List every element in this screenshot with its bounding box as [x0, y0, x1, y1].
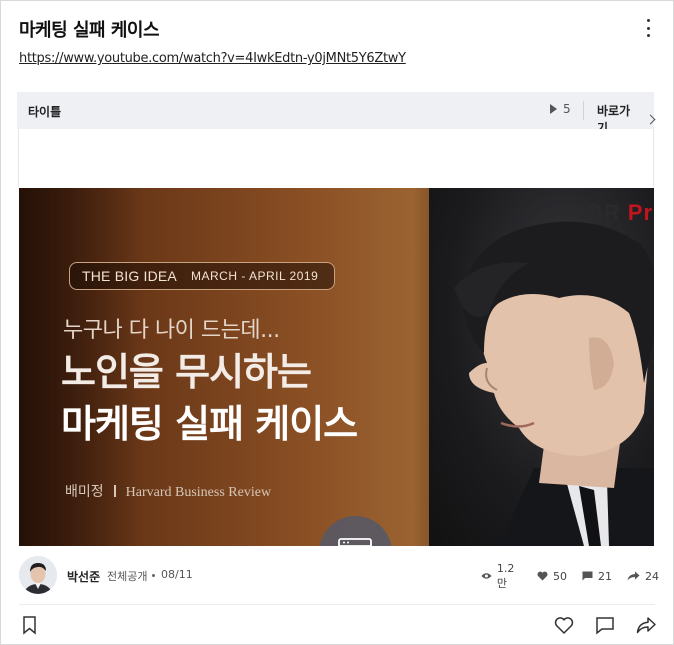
- post-date: 08/11: [161, 568, 193, 581]
- likes-stat: 50: [537, 570, 567, 583]
- badge-right: MARCH - APRIL 2019: [190, 269, 319, 283]
- comments-count: 21: [598, 569, 612, 583]
- heart-icon: [537, 571, 548, 581]
- share-icon[interactable]: [635, 614, 657, 636]
- divider: [583, 101, 584, 120]
- bookmark-icon[interactable]: [19, 614, 41, 636]
- link-overlay-button[interactable]: [319, 516, 392, 546]
- play-count-value: 5: [563, 102, 571, 116]
- heart-icon[interactable]: [553, 614, 575, 636]
- author-name[interactable]: 박선준: [67, 568, 100, 585]
- footer-divider: [19, 604, 655, 605]
- person-illustration: [454, 221, 654, 546]
- embed-blank-area: [18, 129, 654, 187]
- byline-source: Harvard Business Review: [125, 485, 272, 500]
- avatar[interactable]: [19, 556, 57, 594]
- play-icon: [550, 104, 557, 114]
- link-icon: [337, 537, 372, 546]
- share-icon: [627, 571, 640, 581]
- eye-icon: [481, 573, 492, 579]
- shares-count: 24: [645, 569, 659, 583]
- action-bar: [19, 611, 661, 641]
- big-idea-badge: THE BIG IDEA MARCH - APRIL 2019: [69, 262, 335, 290]
- embed-label: 타이틀: [28, 105, 62, 119]
- views-stat: 1.2만: [481, 562, 522, 591]
- play-count: 5: [550, 102, 571, 116]
- thumbnail-subtitle: 누구나 다 나이 드는데...: [63, 318, 280, 343]
- post-stats: 1.2만 50 21 24: [481, 562, 659, 590]
- comments-stat: 21: [582, 570, 612, 583]
- embed-header: 타이틀 5 바로가기: [17, 92, 656, 135]
- shares-stat: 24: [627, 570, 659, 583]
- thumbnail-byline: 배미정 Harvard Business Review: [65, 481, 271, 501]
- badge-left: THE BIG IDEA: [82, 268, 177, 284]
- post-card: 마케팅 실패 케이스 https://www.youtube.com/watch…: [0, 0, 674, 645]
- views-count: 1.2만: [496, 561, 515, 590]
- thumbnail-headline-2: 마케팅 실패 케이스: [61, 402, 358, 446]
- visibility-label: 전체공개: [107, 570, 148, 583]
- video-thumbnail[interactable]: HBR Pr THE BIG IDEA MARCH - APRIL 2019 누…: [19, 188, 654, 546]
- post-title: 마케팅 실패 케이스: [19, 20, 160, 41]
- comment-icon: [582, 571, 593, 581]
- post-meta: 박선준 전체공개 08/11 1.2만 50 21 24: [19, 556, 659, 596]
- meta-separator: [152, 574, 155, 577]
- more-vertical-icon[interactable]: [641, 17, 655, 39]
- likes-count: 50: [553, 569, 567, 583]
- thumbnail-headline-1: 노인을 무시하는: [61, 350, 312, 394]
- comment-icon[interactable]: [594, 614, 616, 636]
- post-link[interactable]: https://www.youtube.com/watch?v=4IwkEdtn…: [19, 51, 406, 66]
- byline-author: 배미정: [65, 485, 104, 500]
- chevron-right-icon: [645, 114, 656, 124]
